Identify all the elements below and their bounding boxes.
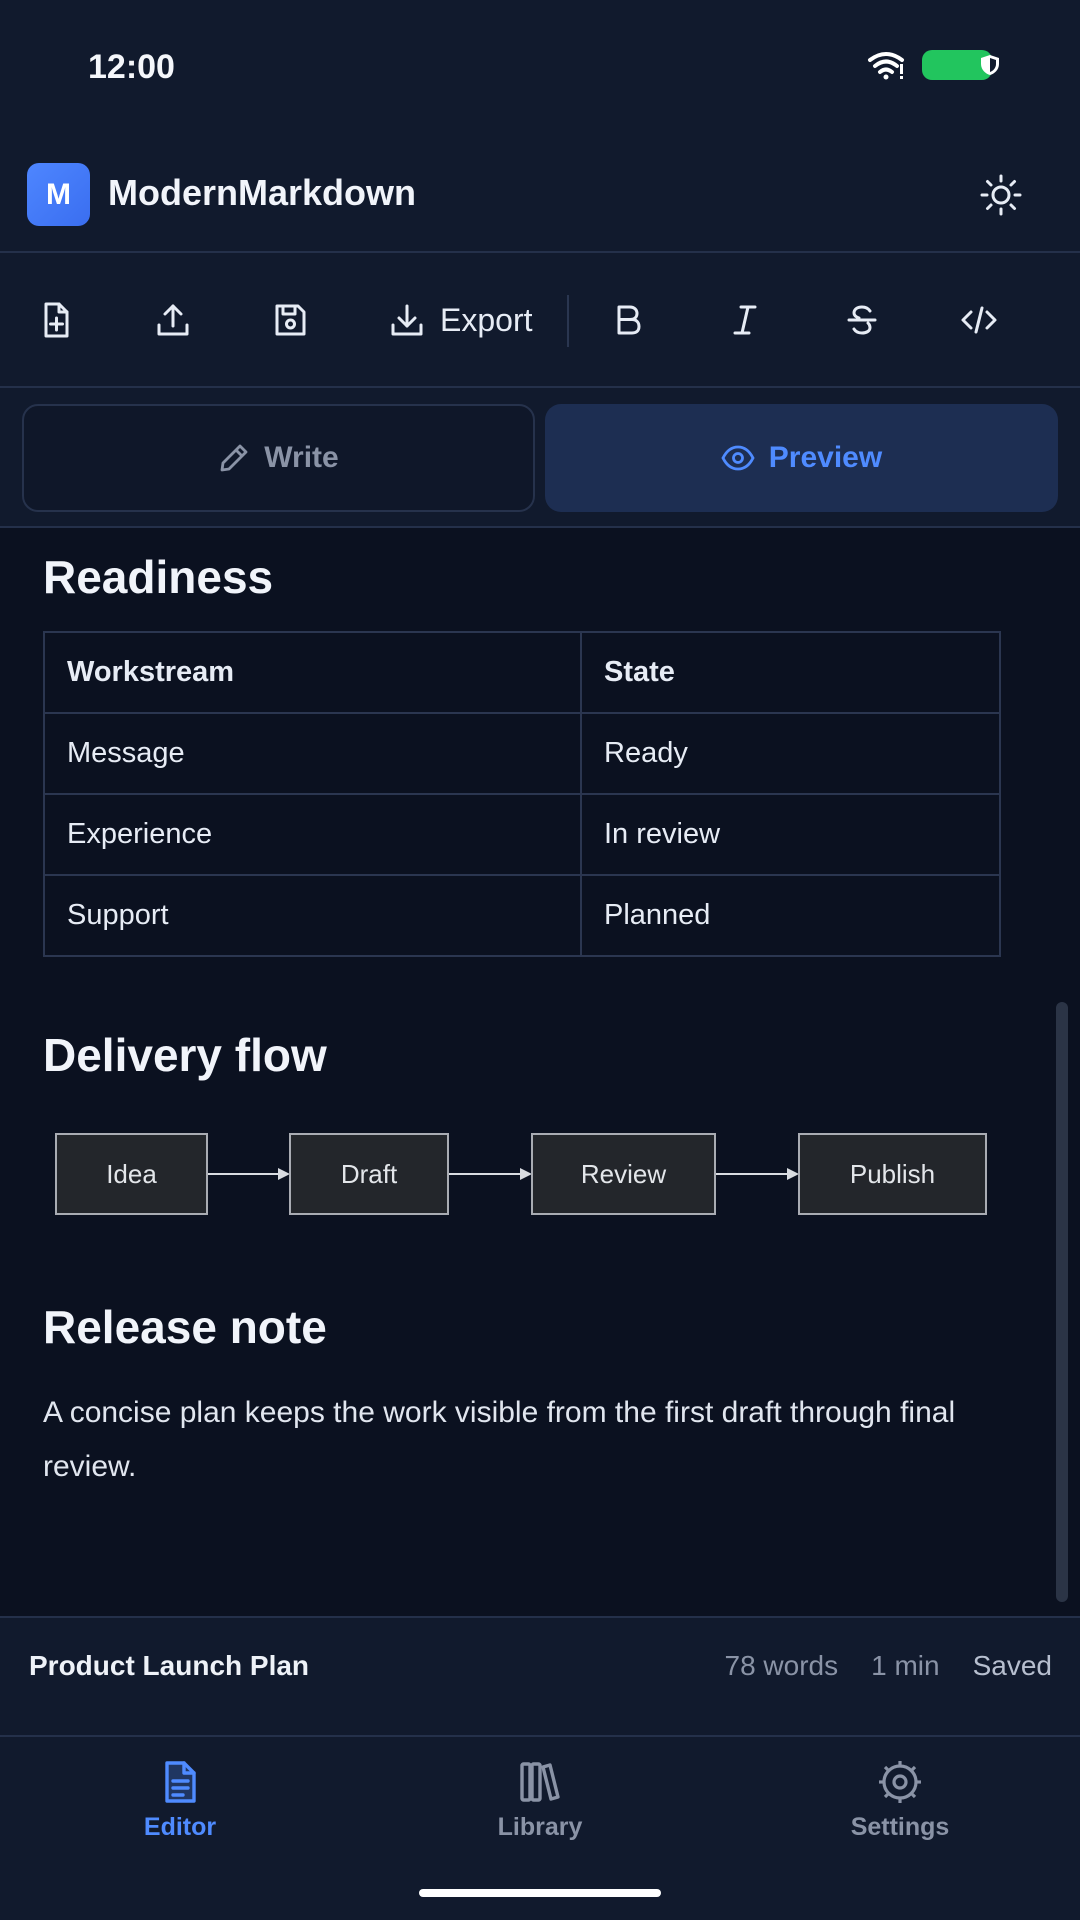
view-toggle: Write Preview xyxy=(0,388,1080,528)
read-time: 1 min xyxy=(871,1650,940,1681)
app-header: M ModernMarkdown xyxy=(0,140,1080,253)
italic-icon xyxy=(733,305,757,335)
table-row: Experience In review xyxy=(43,793,1001,876)
status-icons xyxy=(866,50,999,80)
delivery-flow-diagram: Idea Draft Review Publish xyxy=(55,1133,995,1215)
document-icon xyxy=(165,1761,196,1803)
flow-node-publish: Publish xyxy=(798,1133,987,1215)
strikethrough-icon xyxy=(847,305,877,335)
table-row: Support Planned xyxy=(43,874,1001,957)
code-icon xyxy=(961,306,997,334)
new-file-button[interactable] xyxy=(37,297,75,343)
upload-icon xyxy=(157,304,189,336)
battery-icon xyxy=(922,50,999,80)
pencil-icon xyxy=(220,444,248,472)
eye-icon xyxy=(721,445,755,471)
upload-button[interactable] xyxy=(154,297,192,343)
export-button[interactable]: Export xyxy=(388,297,532,343)
release-note-text: A concise plan keeps the work visible fr… xyxy=(43,1396,956,1483)
table-cell: Experience xyxy=(43,793,582,876)
nav-label-editor: Editor xyxy=(143,1813,217,1841)
heading-delivery-flow: Delivery flow xyxy=(43,1029,327,1081)
sun-icon[interactable] xyxy=(980,174,1022,216)
tab-write[interactable]: Write xyxy=(22,404,535,512)
bold-icon xyxy=(617,305,641,335)
italic-button[interactable] xyxy=(726,297,764,343)
app-title: ModernMarkdown xyxy=(108,172,417,213)
flow-node-idea: Idea xyxy=(55,1133,208,1215)
flow-node-review: Review xyxy=(531,1133,716,1215)
status-bar: 12:00 xyxy=(0,0,1080,140)
library-icon xyxy=(520,1762,560,1802)
nav-label-library: Library xyxy=(497,1813,583,1841)
document-meta: 78 words 1 min Saved xyxy=(725,1650,1053,1682)
nav-label-settings: Settings xyxy=(850,1813,950,1841)
shield-icon xyxy=(981,55,999,75)
toolbar-divider xyxy=(567,295,569,347)
nav-item-library[interactable]: Library xyxy=(440,1759,640,1842)
nav-item-settings[interactable]: Settings xyxy=(800,1759,1000,1842)
preview-scrollbar[interactable] xyxy=(1056,1002,1068,1602)
table-cell: Planned xyxy=(580,874,1001,957)
table-cell: In review xyxy=(580,793,1001,876)
tab-preview[interactable]: Preview xyxy=(545,404,1058,512)
save-icon xyxy=(275,304,306,336)
tab-preview-label: Preview xyxy=(768,441,883,474)
tab-write-label: Write xyxy=(264,441,339,474)
heading-release-note: Release note xyxy=(43,1301,327,1353)
nav-item-editor[interactable]: Editor xyxy=(80,1759,280,1842)
table-cell: Support xyxy=(43,874,582,957)
document-name: Product Launch Plan xyxy=(29,1650,310,1681)
table-header-cell: State xyxy=(580,631,1001,714)
home-indicator xyxy=(419,1889,661,1897)
heading-readiness: Readiness xyxy=(43,551,274,603)
word-count: 78 words xyxy=(724,1650,839,1681)
table-row: Message Ready xyxy=(43,712,1001,795)
bold-button[interactable] xyxy=(609,297,647,343)
table-cell: Ready xyxy=(580,712,1001,795)
document-status-bar: Product Launch Plan 78 words 1 min Saved xyxy=(0,1616,1080,1737)
code-button[interactable] xyxy=(960,297,998,343)
gear-icon xyxy=(879,1761,921,1803)
readiness-table: Workstream State Message Ready Experienc… xyxy=(43,631,1001,957)
table-header-cell: Workstream xyxy=(43,631,582,714)
save-button[interactable] xyxy=(271,297,309,343)
status-time: 12:00 xyxy=(88,48,175,86)
export-icon xyxy=(391,304,423,336)
wifi-icon xyxy=(868,52,904,80)
toolbar: Export xyxy=(0,253,1080,388)
save-status: Saved xyxy=(972,1650,1052,1681)
app-logo: M xyxy=(27,163,90,226)
table-header-row: Workstream State xyxy=(43,631,1001,714)
markdown-preview[interactable]: Readiness Workstream State Message Ready… xyxy=(0,528,1080,1616)
table-cell: Message xyxy=(43,712,582,795)
strikethrough-button[interactable] xyxy=(843,297,881,343)
export-label: Export xyxy=(440,301,533,338)
flow-node-draft: Draft xyxy=(289,1133,449,1215)
new-file-icon xyxy=(44,302,69,338)
